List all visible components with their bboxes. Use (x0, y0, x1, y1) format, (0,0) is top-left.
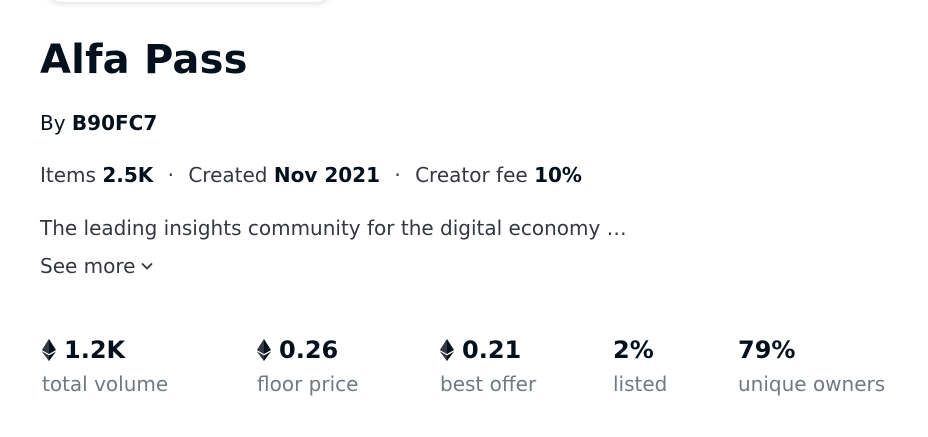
collection-title: Alfa Pass (40, 37, 248, 83)
ethereum-icon (440, 339, 454, 361)
created-label: Created (188, 163, 268, 187)
chevron-down-icon (142, 263, 153, 270)
stat-value: 2% (613, 336, 654, 364)
stat-value: 1.2K (64, 336, 126, 364)
stat-listed: 2% listed (613, 334, 667, 398)
stat-floor-price: 0.26 floor price (257, 334, 358, 398)
stat-label: listed (613, 372, 668, 396)
stat-label: unique owners (738, 372, 886, 396)
stat-value: 0.21 (462, 336, 522, 364)
stat-total-volume: 1.2K total volume (42, 334, 168, 398)
stat-label: total volume (42, 372, 169, 396)
by-label: By (40, 111, 66, 135)
stat-label: floor price (257, 372, 359, 396)
creator-fee-value: 10% (534, 163, 582, 187)
stat-best-offer: 0.21 best offer (440, 334, 536, 398)
stat-value: 79% (738, 336, 796, 364)
ethereum-icon (42, 339, 56, 361)
creator-fee-label: Creator fee (415, 163, 528, 187)
see-more-label: See more (40, 254, 136, 278)
creator-byline: By B90FC7 (40, 109, 157, 137)
stat-value: 0.26 (279, 336, 339, 364)
meta-separator: · (167, 163, 174, 187)
collection-header: Alfa Pass By B90FC7 Items 2.5K · Created… (0, 0, 928, 437)
created-value: Nov 2021 (273, 163, 380, 187)
ethereum-icon (257, 339, 271, 361)
see-more-button[interactable]: See more (40, 252, 154, 280)
items-value: 2.5K (102, 163, 154, 187)
stat-label: best offer (440, 372, 537, 396)
stat-unique-owners: 79% unique owners (738, 334, 885, 398)
items-label: Items (40, 163, 96, 187)
meta-separator: · (394, 163, 401, 187)
creator-link[interactable]: B90FC7 (72, 111, 157, 135)
collection-description: The leading insights community for the d… (40, 216, 627, 240)
collection-meta: Items 2.5K · Created Nov 2021 · Creator … (40, 161, 582, 189)
banner-card-edge (46, 0, 332, 2)
